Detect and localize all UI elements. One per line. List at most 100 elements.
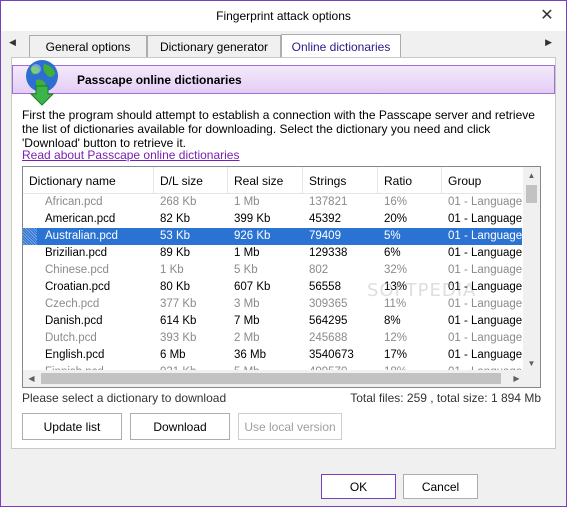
- scroll-up-icon[interactable]: ▲: [523, 167, 540, 184]
- cell-strings: 802: [309, 264, 329, 276]
- cancel-button[interactable]: Cancel: [403, 474, 478, 499]
- cell-dl-size: 89 Kb: [160, 247, 191, 259]
- banner-title: Passcape online dictionaries: [77, 72, 242, 87]
- cell-group: 01 - Languages: [448, 230, 522, 242]
- cell-group: 01 - Languages: [448, 264, 522, 276]
- cell-group: 01 - Languages: [448, 196, 522, 208]
- list-header: Dictionary name D/L size Real size Strin…: [23, 167, 522, 194]
- cell-real-size: 607 Kb: [234, 281, 271, 293]
- total-files-summary: Total files: 259 , total size: 1 894 Mb: [350, 391, 541, 405]
- column-header-name[interactable]: Dictionary name: [23, 167, 154, 194]
- cell-strings: 129338: [309, 247, 348, 259]
- window-title: Fingerprint attack options: [216, 9, 351, 23]
- tab-dictionary-generator[interactable]: Dictionary generator: [147, 35, 281, 57]
- cell-name: Czech.pcd: [45, 298, 100, 310]
- cell-ratio: 20%: [384, 213, 408, 225]
- column-header-real-size[interactable]: Real size: [228, 167, 303, 194]
- cell-real-size: 5 Kb: [234, 264, 258, 276]
- cell-dl-size: 82 Kb: [160, 213, 191, 225]
- column-header-group[interactable]: Group: [442, 167, 522, 194]
- column-header-dl-size[interactable]: D/L size: [154, 167, 228, 194]
- tab-scroll-left-icon[interactable]: ◀: [9, 37, 16, 48]
- cell-real-size: 1 Mb: [234, 247, 260, 259]
- tab-label: Dictionary generator: [159, 39, 269, 54]
- cell-strings: 45392: [309, 213, 341, 225]
- tab-label: General options: [45, 39, 131, 54]
- watermark: SOFTPEDIA: [367, 280, 477, 301]
- cell-group: 01 - Languages: [448, 247, 522, 259]
- tab-online-dictionaries[interactable]: Online dictionaries: [281, 34, 401, 58]
- cell-name: African.pcd: [45, 196, 103, 208]
- cell-real-size: 2 Mb: [234, 332, 260, 344]
- cell-real-size: 399 Kb: [234, 213, 271, 225]
- cell-name: Danish.pcd: [45, 315, 103, 327]
- cell-strings: 245688: [309, 332, 348, 344]
- cell-group: 01 - Languages: [448, 315, 522, 327]
- table-row[interactable]: Brizilian.pcd 89 Kb 1 Mb 129338 6% 01 - Langu…: [23, 245, 522, 262]
- status-message: Please select a dictionary to download: [22, 391, 227, 405]
- cell-dl-size: 268 Kb: [160, 196, 197, 208]
- table-row[interactable]: African.pcd 268 Kb 1 Mb 137821 16% 01 - Langu…: [23, 194, 522, 211]
- title-bar: Fingerprint attack options ✕: [1, 1, 566, 31]
- description-text: First the program should attempt to esta…: [22, 108, 535, 150]
- ok-button[interactable]: OK: [321, 474, 396, 499]
- download-button[interactable]: Download: [130, 413, 230, 440]
- table-row[interactable]: American.pcd 82 Kb 399 Kb 45392 20% 01 - Lang…: [23, 211, 522, 228]
- horizontal-scrollbar[interactable]: ◀ ▶: [23, 370, 525, 387]
- cell-name: Dutch.pcd: [45, 332, 97, 344]
- cell-dl-size: 377 Kb: [160, 298, 197, 310]
- vertical-scrollbar[interactable]: ▲ ▼: [523, 167, 540, 372]
- column-header-strings[interactable]: Strings: [303, 167, 378, 194]
- cell-real-size: 926 Kb: [234, 230, 271, 242]
- cell-real-size: 1 Mb: [234, 196, 260, 208]
- table-row[interactable]: Australian.pcd 53 Kb 926 Kb 79409 5% 01 - Lan…: [23, 228, 522, 245]
- cell-dl-size: 614 Kb: [160, 315, 197, 327]
- cell-ratio: 12%: [384, 332, 408, 344]
- scroll-left-icon[interactable]: ◀: [23, 370, 40, 387]
- cell-real-size: 3 Mb: [234, 298, 260, 310]
- cell-real-size: 7 Mb: [234, 315, 260, 327]
- vertical-scroll-thumb[interactable]: [526, 185, 537, 203]
- column-header-ratio[interactable]: Ratio: [378, 167, 442, 194]
- cell-dl-size: 1 Kb: [160, 264, 184, 276]
- cell-name: Australian.pcd: [23, 228, 154, 245]
- globe-download-icon: [26, 60, 58, 106]
- tab-label: Online dictionaries: [291, 39, 391, 54]
- cell-name: Chinese.pcd: [45, 264, 109, 276]
- cell-strings: 564295: [309, 315, 348, 327]
- cell-dl-size: 393 Kb: [160, 332, 197, 344]
- cell-name: Croatian.pcd: [45, 281, 111, 293]
- cell-group: 01 - Languages: [448, 349, 522, 361]
- cell-ratio: 17%: [384, 349, 408, 361]
- cell-real-size: 36 Mb: [234, 349, 266, 361]
- cell-strings: 79409: [309, 230, 341, 242]
- header-banner: Passcape online dictionaries: [12, 65, 555, 94]
- dialog-window: Fingerprint attack options ✕ ◀ General o…: [0, 0, 567, 507]
- use-local-version-button[interactable]: Use local version: [238, 413, 342, 440]
- close-icon[interactable]: ✕: [536, 5, 558, 27]
- tab-scroll-right-icon[interactable]: ▶: [545, 37, 552, 48]
- cell-group: 01 - Languages: [448, 213, 522, 225]
- cell-group: 01 - Languages: [448, 332, 522, 344]
- cell-strings: 137821: [309, 196, 348, 208]
- cell-dl-size: 53 Kb: [160, 230, 191, 242]
- cell-ratio: 16%: [384, 196, 408, 208]
- cell-dl-size: 6 Mb: [160, 349, 186, 361]
- table-row[interactable]: Dutch.pcd 393 Kb 2 Mb 245688 12% 01 - Languag…: [23, 330, 522, 347]
- cell-name: English.pcd: [45, 349, 105, 361]
- cell-strings: 3540673: [309, 349, 354, 361]
- update-list-button[interactable]: Update list: [22, 413, 122, 440]
- table-row[interactable]: English.pcd 6 Mb 36 Mb 3540673 17% 01 - Langu…: [23, 347, 522, 364]
- cell-name: Brizilian.pcd: [45, 247, 107, 259]
- scroll-corner: [523, 370, 540, 387]
- cell-name: American.pcd: [45, 213, 116, 225]
- tab-general-options[interactable]: General options: [29, 35, 147, 57]
- cell-ratio: 6%: [384, 247, 401, 259]
- table-row[interactable]: Danish.pcd 614 Kb 7 Mb 564295 8% 01 - Languag…: [23, 313, 522, 330]
- horizontal-scroll-thumb[interactable]: [41, 373, 501, 384]
- read-about-link[interactable]: Read about Passcape online dictionaries: [22, 148, 239, 162]
- dictionary-list[interactable]: Dictionary name D/L size Real size Strin…: [22, 166, 541, 388]
- table-row[interactable]: Chinese.pcd 1 Kb 5 Kb 802 32% 01 - Languages: [23, 262, 522, 279]
- online-dictionaries-panel: Passcape online dictionaries First the p…: [11, 57, 556, 449]
- cell-ratio: 8%: [384, 315, 401, 327]
